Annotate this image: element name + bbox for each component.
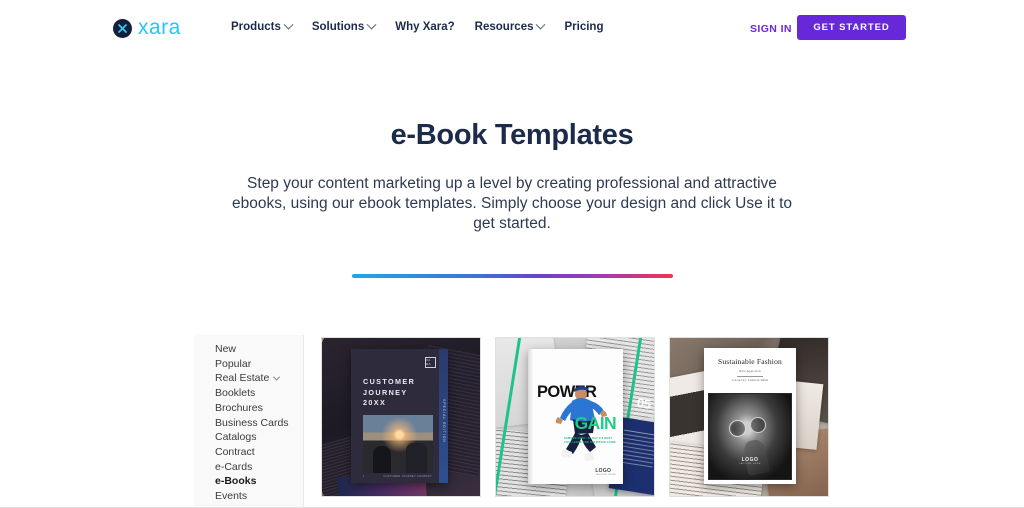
nav-item-pricing[interactable]: Pricing [564, 20, 603, 34]
nav-item-solutions[interactable]: Solutions [311, 19, 377, 34]
nav-label: Why Xara? [395, 21, 455, 33]
ebook-title-line-2: GAIN [574, 413, 617, 433]
sidebar-item-e-books[interactable]: e-Books [194, 474, 303, 489]
ebook-cover: SPECIAL EDITION XA RA CUSTOMER JOURNEY 2… [351, 349, 448, 483]
sidebar-item-label: Business Cards [215, 416, 289, 429]
ebook-page-number: 05 [635, 395, 652, 412]
site-header: xara Products Solutions Why Xara? Resour… [0, 0, 1024, 56]
sidebar-item-events[interactable]: Events [194, 489, 303, 504]
xara-x-logo-icon [113, 19, 132, 38]
template-card-sustainable-fashion[interactable]: Sustainable Fashion New Approach Created… [669, 337, 829, 497]
sidebar-item-label: e-Books [215, 475, 257, 488]
ebook-logo: LOGO TAGLINE HERE [739, 457, 761, 465]
sidebar-item-label: e-Cards [215, 460, 253, 473]
nav-item-resources[interactable]: Resources [474, 19, 546, 34]
ebook-cover-header: Sustainable Fashion New Approach Created… [704, 348, 796, 389]
sidebar-item-booklets[interactable]: Booklets [194, 386, 303, 401]
nav-label: Resources [474, 21, 534, 33]
sidebar-item-label: Popular [215, 357, 252, 370]
ebook-logo-text: LOGO [595, 467, 612, 474]
ebook-subtitle: New Approach [739, 368, 761, 373]
page-subtitle: Step your content marketing up a level b… [231, 174, 793, 232]
chevron-down-icon [536, 19, 546, 30]
sidebar-item-e-cards[interactable]: e-Cards [194, 460, 303, 475]
get-started-button[interactable]: GET STARTED [797, 15, 906, 40]
sidebar-item-label: Brochures [215, 401, 263, 414]
nav-label: Pricing [564, 21, 604, 33]
nav-item-why-xara[interactable]: Why Xara? [395, 20, 454, 34]
ebook-byline: Created by: Cameron Smith [731, 379, 769, 383]
chevron-down-icon [366, 19, 377, 30]
chevron-down-icon [273, 373, 281, 381]
sidebar-item-real-estate[interactable]: Real Estate [194, 371, 303, 386]
sidebar-item-label: Contract [215, 445, 255, 458]
sidebar-item-business-cards[interactable]: Business Cards [194, 416, 303, 431]
nav-label: Products [231, 21, 281, 33]
ebook-title-line-1: CUSTOMER [363, 377, 416, 386]
ebook-title-line-2: JOURNEY [363, 387, 408, 397]
divider [737, 375, 763, 377]
ebook-cover: POWER GAIN SUMMER BODY: 30-DAY FIT BODY … [528, 349, 623, 484]
ebook-footer: 1 CUSTOMER JOURNEY COMPANY [363, 475, 432, 478]
ebook-cover-photo: LOGO TAGLINE HERE [708, 393, 792, 480]
template-grid: SPECIAL EDITION XA RA CUSTOMER JOURNEY 2… [321, 337, 829, 497]
chevron-down-icon [283, 19, 294, 30]
ebook-logo-tagline: TAGLINE HERE [739, 462, 761, 465]
gradient-divider [351, 273, 673, 278]
template-card-customer-journey[interactable]: SPECIAL EDITION XA RA CUSTOMER JOURNEY 2… [321, 337, 481, 497]
template-card-power-gain[interactable]: 05 POWER GAIN SUMMER BODY: 30-DAY FIT BO… [495, 337, 655, 497]
ebook-footer-label: CUSTOMER JOURNEY COMPANY [383, 475, 432, 478]
ebook-cover-photo [363, 415, 433, 473]
sunglasses-icon [728, 419, 746, 437]
sidebar-item-label: Real Estate [215, 372, 270, 385]
sidebar-item-contract[interactable]: Contract [194, 445, 303, 460]
sidebar-item-label: Events [215, 490, 248, 503]
sidebar-item-catalogs[interactable]: Catalogs [194, 430, 303, 445]
ebook-title: CUSTOMER JOURNEY 20XX [363, 377, 415, 409]
sign-in-link[interactable]: SIGN IN [750, 23, 792, 35]
ebook-logo-tagline: TAGLINE HERE [595, 473, 616, 476]
sidebar-item-popular[interactable]: Popular [194, 357, 303, 372]
ebook-logo-mark: XA RA [425, 357, 436, 368]
sunglasses-icon [750, 416, 766, 433]
sidebar-item-label: Catalogs [215, 431, 257, 444]
sidebar-item-new[interactable]: New [194, 342, 303, 357]
xara-logo[interactable]: xara [113, 17, 181, 40]
ebook-spine-label: SPECIAL EDITION [442, 398, 447, 443]
ebook-logo: LOGO TAGLINE HERE [595, 467, 616, 476]
xara-logo-text: xara [138, 16, 181, 39]
sidebar-item-brochures[interactable]: Brochures [194, 401, 303, 416]
nav-label: Solutions [311, 21, 365, 33]
main-nav: Products Solutions Why Xara? Resources P… [231, 19, 603, 34]
ebook-title-line-3: 20XX [363, 398, 387, 407]
ebook-spine: SPECIAL EDITION [439, 349, 448, 483]
ebook-title: Sustainable Fashion [717, 357, 782, 366]
hero-section: e-Book Templates Step your content marke… [0, 118, 1024, 278]
sidebar-item-label: New [215, 343, 237, 355]
ebook-page-number: 1 [363, 475, 365, 478]
sidebar-item-label: Booklets [215, 387, 256, 400]
nav-item-products[interactable]: Products [231, 19, 294, 34]
ebook-subtitle: SUMMER BODY: 30-DAY FIT BODY CHALLENGE A… [564, 437, 616, 444]
ebook-cover: Sustainable Fashion New Approach Created… [704, 348, 796, 484]
category-sidebar: New Popular Real Estate Booklets Brochur… [194, 335, 304, 508]
page-title: e-Book Templates [390, 119, 634, 151]
